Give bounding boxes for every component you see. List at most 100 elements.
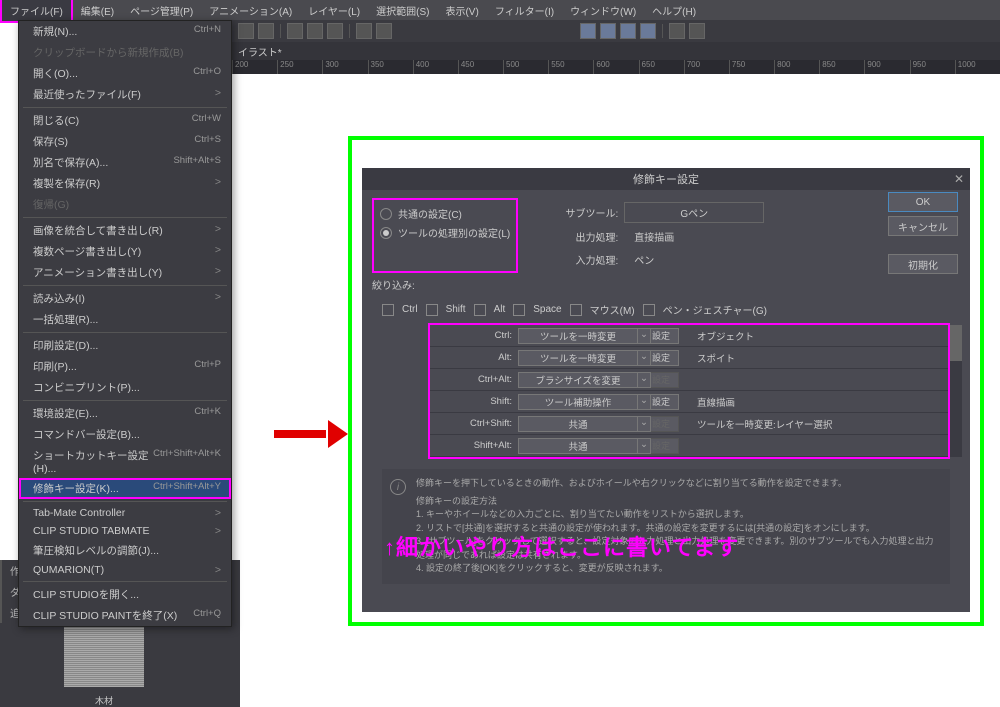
modifier-row: Shift:ツール補助操作設定直線描画	[430, 391, 948, 413]
ruler-tick: 450	[458, 60, 503, 74]
tool-icon[interactable]	[640, 23, 656, 39]
menu-item[interactable]: 読み込み(I)>	[19, 288, 231, 309]
menu-item[interactable]: 一括処理(R)...	[19, 309, 231, 330]
ok-button[interactable]: OK	[888, 192, 958, 212]
menu-item[interactable]: QUMARION(T)>	[19, 561, 231, 579]
material-thumbnail[interactable]	[64, 627, 144, 687]
action-dropdown[interactable]: ブラシサイズを変更	[518, 372, 638, 388]
tool-icon[interactable]	[287, 23, 303, 39]
ruler-tick: 600	[593, 60, 638, 74]
menu-item[interactable]: 閉じる(C)Ctrl+W	[19, 110, 231, 131]
menu-item[interactable]: 印刷(P)...Ctrl+P	[19, 356, 231, 377]
menu-separator	[23, 400, 227, 401]
menu-item[interactable]: 保存(S)Ctrl+S	[19, 131, 231, 152]
scrollbar[interactable]	[950, 325, 962, 457]
dialog-title: 修飾キー設定	[633, 171, 699, 187]
menu-item[interactable]: 複数ページ書き出し(Y)>	[19, 241, 231, 262]
menubar: ファイル(F) 編集(E) ページ管理(P) アニメーション(A) レイヤー(L…	[0, 0, 1000, 20]
tool-icon[interactable]	[376, 23, 392, 39]
menu-item[interactable]: 修飾キー設定(K)...Ctrl+Shift+Alt+Y	[19, 478, 231, 499]
menu-select[interactable]: 選択範囲(S)	[368, 0, 437, 21]
menu-item[interactable]: 複製を保存(R)>	[19, 173, 231, 194]
separator	[662, 24, 663, 38]
filter-label: 絞り込み:	[372, 277, 960, 292]
action-dropdown[interactable]: ツール補助操作	[518, 394, 638, 410]
modifier-row: Ctrl+Alt:ブラシサイズを変更設定	[430, 369, 948, 391]
cancel-button[interactable]: キャンセル	[888, 216, 958, 236]
ruler-tick: 500	[503, 60, 548, 74]
filter-checkbox[interactable]	[513, 304, 525, 316]
tool-icon[interactable]	[620, 23, 636, 39]
menu-layer[interactable]: レイヤー(L)	[300, 0, 368, 21]
menu-separator	[23, 107, 227, 108]
tool-icon[interactable]	[258, 23, 274, 39]
filter-checkbox[interactable]	[570, 304, 582, 316]
tool-icon[interactable]	[689, 23, 705, 39]
toolbar	[232, 20, 1000, 42]
radio-common[interactable]: 共通の設定(C)	[380, 204, 510, 223]
arrow-annotation	[272, 422, 348, 446]
menu-item[interactable]: 印刷設定(D)...	[19, 335, 231, 356]
settings-mode-group: 共通の設定(C) ツールの処理別の設定(L)	[372, 198, 518, 273]
ruler-tick: 800	[774, 60, 819, 74]
tool-icon[interactable]	[356, 23, 372, 39]
menu-view[interactable]: 表示(V)	[437, 0, 486, 21]
menu-item[interactable]: 開く(O)...Ctrl+O	[19, 63, 231, 84]
menu-separator	[23, 501, 227, 502]
ruler-tick: 850	[819, 60, 864, 74]
tool-icon[interactable]	[669, 23, 685, 39]
separator	[349, 24, 350, 38]
modifier-table: Ctrl:ツールを一時変更設定オブジェクトAlt:ツールを一時変更設定スポイトC…	[428, 323, 950, 459]
tool-icon[interactable]	[307, 23, 323, 39]
filter-checkbox[interactable]	[382, 304, 394, 316]
menu-item[interactable]: CLIP STUDIO PAINTを終了(X)Ctrl+Q	[19, 605, 231, 626]
menu-edit[interactable]: 編集(E)	[73, 0, 122, 21]
menu-item[interactable]: 環境設定(E)...Ctrl+K	[19, 403, 231, 424]
action-dropdown[interactable]: ツールを一時変更	[518, 350, 638, 366]
menu-anim[interactable]: アニメーション(A)	[201, 0, 300, 21]
tool-icon[interactable]	[238, 23, 254, 39]
menu-help[interactable]: ヘルプ(H)	[644, 0, 704, 21]
tool-icon[interactable]	[600, 23, 616, 39]
modifier-key-label: Shift:	[430, 396, 518, 407]
menu-item[interactable]: 画像を統合して書き出し(R)>	[19, 220, 231, 241]
init-button[interactable]: 初期化	[888, 254, 958, 274]
document-tab[interactable]: イラスト*	[238, 44, 282, 59]
filter-checkbox[interactable]	[643, 304, 655, 316]
menu-item[interactable]: CLIP STUDIOを開く...	[19, 584, 231, 605]
menu-item[interactable]: Tab-Mate Controller>	[19, 504, 231, 522]
menu-item[interactable]: アニメーション書き出し(Y)>	[19, 262, 231, 283]
modifier-key-label: Shift+Alt:	[430, 440, 518, 451]
menu-window[interactable]: ウィンドウ(W)	[562, 0, 644, 21]
menu-item[interactable]: CLIP STUDIO TABMATE>	[19, 522, 231, 540]
action-dropdown[interactable]: 共通	[518, 438, 638, 454]
close-icon[interactable]: ✕	[954, 172, 964, 186]
menu-item[interactable]: コンビニプリント(P)...	[19, 377, 231, 398]
menu-page[interactable]: ページ管理(P)	[122, 0, 201, 21]
menu-separator	[23, 581, 227, 582]
filter-label: Shift	[446, 304, 466, 315]
ruler-tick: 1000	[955, 60, 1000, 74]
menu-filter[interactable]: フィルター(I)	[487, 0, 562, 21]
tool-icon[interactable]	[327, 23, 343, 39]
action-dropdown[interactable]: 共通	[518, 416, 638, 432]
ruler-tick: 200	[232, 60, 277, 74]
tool-icon[interactable]	[580, 23, 596, 39]
filter-checkbox[interactable]	[474, 304, 486, 316]
output-label: 出力処理:	[548, 229, 618, 244]
modifier-row: Alt:ツールを一時変更設定スポイト	[430, 347, 948, 369]
assigned-value: 直線描画	[697, 395, 948, 409]
filter-checkbox[interactable]	[426, 304, 438, 316]
menu-item[interactable]: 別名で保存(A)...Shift+Alt+S	[19, 152, 231, 173]
menu-item[interactable]: 新規(N)...Ctrl+N	[19, 21, 231, 42]
menu-item[interactable]: コマンドバー設定(B)...	[19, 424, 231, 445]
subtool-label: サブツール:	[548, 205, 618, 220]
ruler-tick: 400	[413, 60, 458, 74]
radio-per-tool[interactable]: ツールの処理別の設定(L)	[380, 223, 510, 242]
subtool-value[interactable]: Gペン	[624, 202, 764, 223]
action-dropdown[interactable]: ツールを一時変更	[518, 328, 638, 344]
menu-item[interactable]: 筆圧検知レベルの調節(J)...	[19, 540, 231, 561]
menu-item[interactable]: 最近使ったファイル(F)>	[19, 84, 231, 105]
menu-item[interactable]: ショートカットキー設定(H)...Ctrl+Shift+Alt+K	[19, 445, 231, 478]
assigned-value: ツールを一時変更:レイヤー選択	[697, 417, 948, 431]
